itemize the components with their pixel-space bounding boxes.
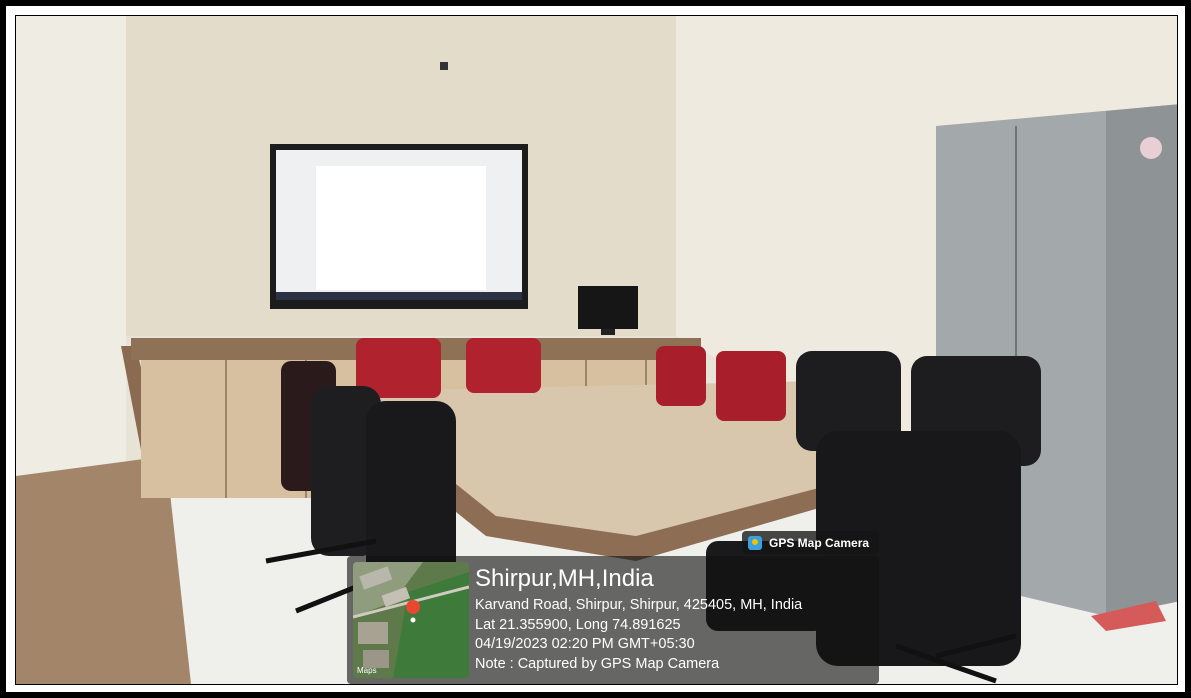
gps-camera-label: GPS Map Camera bbox=[769, 535, 870, 550]
note-line: Note : Captured by GPS Map Camera bbox=[475, 655, 720, 672]
location-info-box: Maps Shirpur,MH,India Karvand Road, Shir… bbox=[347, 556, 879, 684]
coordinates-line: Lat 21.355900, Long 74.891625 bbox=[475, 616, 681, 633]
satellite-map-image bbox=[353, 562, 469, 678]
document-page bbox=[316, 166, 486, 290]
place-name: Shirpur,MH,India bbox=[475, 565, 654, 592]
photo-frame: GPS Map Camera Maps Shirpur,MH,India Kar… bbox=[0, 0, 1191, 698]
taskbar bbox=[276, 292, 522, 300]
desk-monitor bbox=[578, 286, 638, 329]
address-line: Karvand Road, Shirpur, Shirpur, 425405, … bbox=[475, 597, 803, 613]
satellite-minimap: Maps bbox=[353, 562, 469, 678]
red-chair bbox=[716, 351, 786, 421]
red-chair bbox=[466, 338, 541, 393]
datetime-line: 04/19/2023 02:20 PM GMT+05:30 bbox=[475, 636, 695, 652]
photo-border: GPS Map Camera Maps Shirpur,MH,India Kar… bbox=[6, 6, 1185, 692]
room-photo: GPS Map Camera Maps Shirpur,MH,India Kar… bbox=[15, 15, 1178, 685]
almirah-sticker bbox=[1140, 137, 1162, 159]
gps-map-camera-icon bbox=[748, 535, 762, 550]
maps-attribution: Maps bbox=[357, 666, 377, 675]
gps-camera-tag: GPS Map Camera bbox=[742, 531, 880, 554]
wall-camera bbox=[440, 62, 448, 70]
red-chair bbox=[656, 346, 706, 406]
left-pillar bbox=[16, 16, 126, 486]
location-details: Shirpur,MH,India Karvand Road, Shirpur, … bbox=[475, 564, 802, 674]
